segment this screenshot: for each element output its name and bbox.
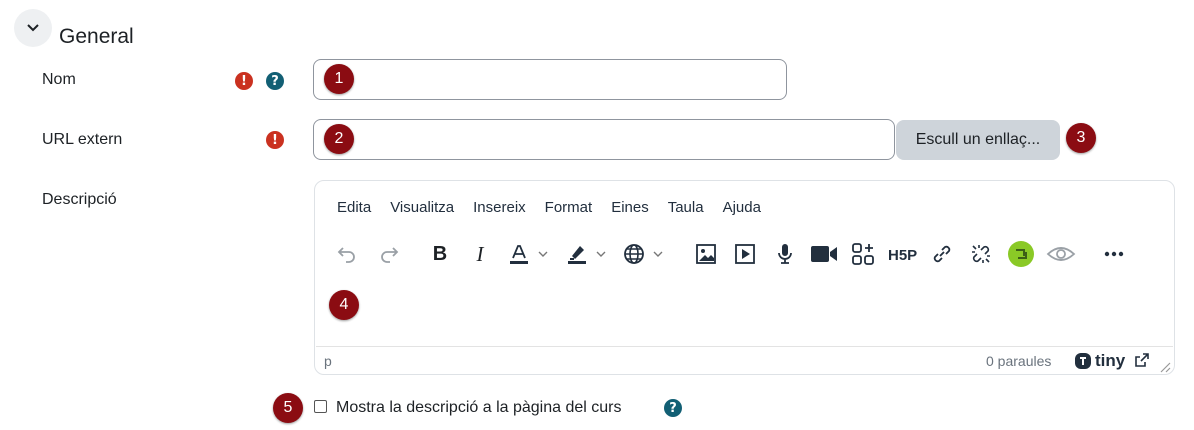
menu-help[interactable]: Ajuda — [723, 199, 761, 216]
menu-table[interactable]: Taula — [668, 199, 704, 216]
tiny-logo[interactable]: tiny — [1074, 351, 1125, 371]
show-description-checkbox[interactable] — [314, 400, 327, 413]
chevron-down-icon[interactable] — [591, 238, 611, 270]
help-icon[interactable]: ? — [266, 72, 284, 90]
menu-edit[interactable]: Edita — [337, 199, 371, 216]
italic-icon[interactable]: I — [464, 238, 496, 270]
accessibility-checker-icon[interactable] — [1044, 238, 1078, 270]
editor-menubar: Edita Visualitza Insereix Format Eines T… — [337, 199, 780, 216]
word-count[interactable]: 0 paraules — [986, 353, 1051, 369]
redo-icon[interactable] — [373, 238, 405, 270]
step-marker-4: 4 — [329, 290, 359, 320]
editor-content-area[interactable] — [316, 281, 1173, 345]
url-input[interactable] — [313, 119, 895, 160]
external-link-icon[interactable] — [1134, 352, 1150, 373]
record-audio-icon[interactable] — [769, 238, 801, 270]
svg-text:H5P: H5P — [888, 247, 917, 263]
chevron-down-icon — [27, 24, 39, 32]
description-label: Descripció — [42, 191, 117, 208]
unlink-icon[interactable] — [965, 238, 997, 270]
undo-icon[interactable] — [331, 238, 363, 270]
text-color-icon[interactable] — [503, 238, 535, 270]
menu-tools[interactable]: Eines — [611, 199, 649, 216]
url-label: URL extern — [42, 131, 123, 148]
menu-insert[interactable]: Insereix — [473, 199, 526, 216]
language-icon[interactable] — [618, 238, 650, 270]
tiny-brand-icon — [1075, 353, 1091, 369]
chevron-down-icon[interactable] — [533, 238, 553, 270]
step-marker-5: 5 — [273, 393, 303, 423]
chevron-down-icon[interactable] — [648, 238, 668, 270]
tiny-brand-label: tiny — [1095, 351, 1126, 370]
record-video-icon[interactable] — [808, 238, 840, 270]
step-marker-1: 1 — [324, 64, 354, 94]
menu-format[interactable]: Format — [545, 199, 593, 216]
status-divider — [316, 346, 1173, 347]
collapse-section-button[interactable] — [14, 9, 52, 47]
name-input[interactable] — [313, 59, 787, 100]
resize-handle-icon[interactable] — [1159, 360, 1171, 378]
required-icon: ! — [266, 131, 284, 149]
element-path[interactable]: p — [324, 353, 332, 369]
step-marker-3: 3 — [1066, 123, 1096, 153]
link-icon[interactable] — [926, 238, 958, 270]
equation-icon[interactable] — [1005, 238, 1037, 270]
highlight-color-icon[interactable] — [561, 238, 593, 270]
menu-view[interactable]: Visualitza — [390, 199, 454, 216]
h5p-icon[interactable]: H5P — [886, 238, 920, 270]
choose-link-button[interactable]: Escull un enllaç... — [896, 120, 1060, 160]
required-icon: ! — [235, 72, 253, 90]
show-description-label[interactable]: Mostra la descripció a la pàgina del cur… — [336, 399, 621, 417]
more-icon[interactable] — [1098, 238, 1130, 270]
media-icon[interactable] — [729, 238, 761, 270]
image-icon[interactable] — [690, 238, 722, 270]
bold-icon[interactable]: B — [424, 238, 456, 270]
section-title: General — [59, 25, 134, 48]
help-icon[interactable]: ? — [664, 399, 682, 417]
step-marker-2: 2 — [324, 124, 354, 154]
content-bank-icon[interactable] — [847, 238, 879, 270]
name-label: Nom — [42, 71, 76, 88]
